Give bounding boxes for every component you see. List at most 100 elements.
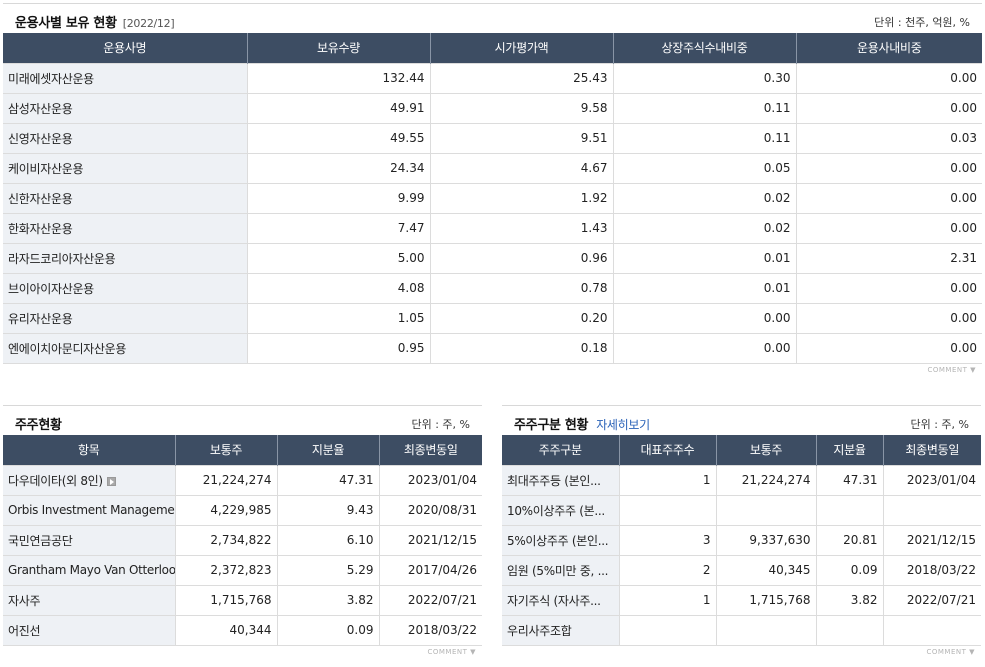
value-cell: 0.09 [276, 614, 379, 646]
fund-manager-table: 운용사명 보유수량 시가평가액 상장주식수내비중 운용사내비중 미래에셋자산운용… [3, 33, 982, 364]
table-row: 어진선 40,344 0.09 2018/03/22 [3, 614, 482, 646]
value-cell: 1,715,768 [715, 584, 816, 615]
value-cell: 2 [618, 554, 716, 585]
value-cell: 3.82 [276, 584, 379, 615]
row-label: 엔에이치아문디자산운용 [8, 341, 127, 356]
cell-value: 1,715,768 [749, 593, 811, 607]
value-cell: 1 [618, 464, 716, 495]
cell-value: 5.29 [346, 563, 374, 577]
value-cell [882, 494, 981, 525]
cell-value: 5.00 [397, 251, 425, 265]
value-cell: 0.96 [429, 242, 613, 273]
value-cell: 0.00 [795, 332, 982, 364]
cell-value: 21,224,274 [202, 473, 272, 487]
cell-value: 7.47 [397, 221, 425, 235]
row-label: 최대주주등 (본인... [507, 473, 601, 488]
col-header-common-shares: 보통주 [174, 435, 277, 465]
cell-value: 2018/03/22 [906, 563, 976, 577]
view-details-link[interactable]: 자세히보기 [596, 418, 650, 432]
col-header-stake: 지분율 [815, 435, 883, 465]
value-cell [815, 614, 883, 646]
value-cell [618, 494, 716, 525]
value-cell: 49.91 [246, 92, 430, 123]
comment-toggle[interactable]: COMMENT ▼ [3, 646, 482, 660]
cell-value: 2021/12/15 [906, 533, 976, 547]
play-icon[interactable] [106, 476, 116, 486]
cell-value: 0.11 [763, 101, 791, 115]
classes-title: 주주구분 현황 [514, 418, 589, 433]
value-cell: 0.00 [795, 302, 982, 333]
row-label: 어진선 [8, 623, 41, 638]
row-label: 우리사주조합 [507, 623, 572, 638]
cell-value: 40,345 [768, 563, 811, 577]
value-cell: 2018/03/22 [882, 554, 981, 585]
managers-title: 운용사별 보유 현황 [15, 16, 117, 31]
value-cell: 2021/12/15 [882, 524, 981, 555]
table-row: 5%이상주주 (본인... 3 9,337,630 20.81 2021/12/15 [502, 524, 981, 555]
value-cell: 2023/01/04 [882, 464, 981, 495]
cell-value: 2022/07/21 [407, 593, 477, 607]
row-label-cell: 한화자산운용 [3, 212, 247, 243]
table-row: 임원 (5%미만 중, ... 2 40,345 0.09 2018/03/22 [502, 554, 981, 585]
row-label: 신영자산운용 [8, 131, 73, 146]
holders-title: 주주현황 [15, 418, 62, 433]
cell-value: 2022/07/21 [906, 593, 976, 607]
section-title: 주주구분 현황 자세히보기 [514, 414, 650, 433]
cell-value: 3 [702, 533, 711, 547]
cell-value: 2.31 [950, 251, 977, 265]
value-cell: 6.10 [276, 524, 379, 555]
col-header-stake: 지분율 [276, 435, 379, 465]
cell-value: 0.02 [763, 221, 791, 235]
value-cell: 9.51 [429, 122, 613, 153]
comment-label[interactable]: COMMENT ▼ [927, 366, 976, 374]
cell-value: 0.78 [580, 281, 608, 295]
holders-unit: 단위 : 주, % [411, 418, 470, 431]
row-label: 임원 (5%미만 중, ... [507, 563, 609, 578]
cell-value: 0.11 [763, 131, 791, 145]
comment-toggle[interactable]: COMMENT ▼ [502, 646, 981, 660]
col-header-rep-count: 대표주주수 [618, 435, 716, 465]
row-label: 한화자산운용 [8, 221, 73, 236]
cell-value: 4.67 [580, 161, 608, 175]
managers-unit: 단위 : 천주, 억원, % [874, 16, 970, 29]
row-label-cell: 자사주 [3, 584, 175, 615]
value-cell: 0.01 [612, 242, 796, 273]
value-cell: 9.43 [276, 494, 379, 525]
col-header-listed-ratio: 상장주식수내비중 [612, 33, 796, 63]
cell-value: 0.95 [397, 341, 425, 355]
value-cell: 49.55 [246, 122, 430, 153]
table-row: Grantham Mayo Van Otterloo & 2,372,823 5.2… [3, 554, 482, 585]
value-cell: 4,229,985 [174, 494, 277, 525]
value-cell: 40,344 [174, 614, 277, 646]
value-cell: 0.30 [612, 62, 796, 93]
cell-value: 2017/04/26 [407, 563, 477, 577]
cell-value: 0.01 [763, 251, 791, 265]
value-cell: 47.31 [276, 464, 379, 495]
value-cell: 47.31 [815, 464, 883, 495]
table-row: 신영자산운용 49.55 9.51 0.11 0.03 [3, 122, 982, 153]
comment-label[interactable]: COMMENT ▼ [427, 648, 476, 656]
cell-value: 25.43 [573, 71, 608, 85]
cell-value: 1 [702, 473, 711, 487]
cell-value: 0.00 [950, 341, 977, 355]
shareholder-class-table: 주주구분 대표주주수 보통주 지분율 최종변동일 최대주주등 (본인... 1 21… [502, 435, 981, 646]
cell-value: 0.00 [763, 311, 791, 325]
value-cell: 5.29 [276, 554, 379, 585]
row-label: 자사주 [8, 593, 41, 608]
row-label-cell: 10%이상주주 (본... [502, 494, 619, 525]
value-cell: 4.08 [246, 272, 430, 303]
row-label-cell: 엔에이치아문디자산운용 [3, 332, 247, 364]
comment-toggle[interactable]: COMMENT ▼ [3, 364, 982, 378]
col-header-item: 항목 [3, 435, 175, 465]
row-label-cell: Orbis Investment Management [3, 494, 175, 525]
cell-value: 1.92 [580, 191, 608, 205]
comment-label[interactable]: COMMENT ▼ [926, 648, 975, 656]
cell-value: 1,715,768 [210, 593, 272, 607]
value-cell: 2017/04/26 [378, 554, 482, 585]
cell-value: 4.08 [397, 281, 425, 295]
value-cell [815, 494, 883, 525]
cell-value: 0.00 [950, 311, 977, 325]
cell-value: 0.00 [950, 71, 977, 85]
row-label-cell: 다우데이타(외 8인) [3, 464, 175, 495]
value-cell: 2021/12/15 [378, 524, 482, 555]
